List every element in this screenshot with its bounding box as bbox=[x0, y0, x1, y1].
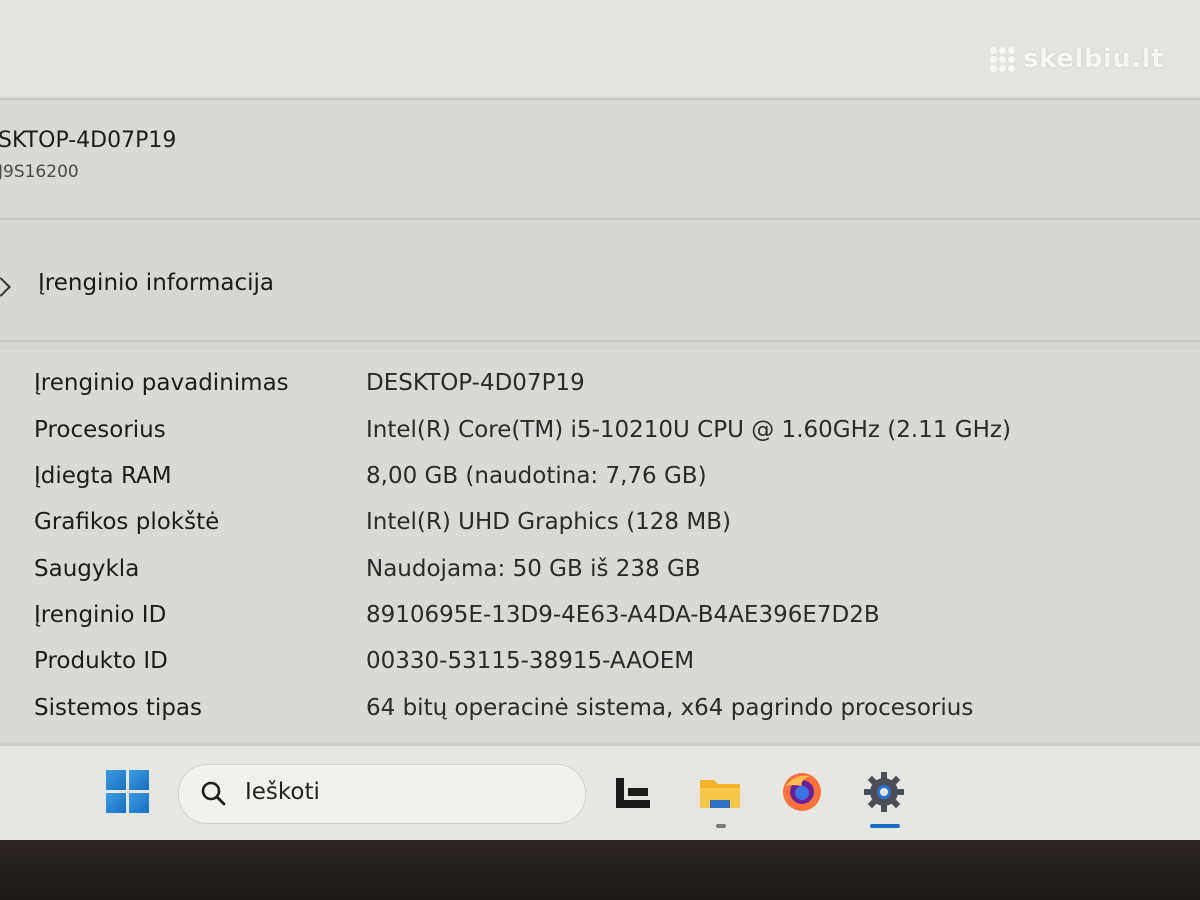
taskbar-search[interactable]: Ieškoti bbox=[178, 764, 586, 824]
active-app-indicator bbox=[870, 824, 900, 828]
search-placeholder: Ieškoti bbox=[245, 779, 320, 805]
spec-value[interactable]: 00330-53115-38915-AAOEM bbox=[366, 648, 694, 674]
spec-value[interactable]: Intel(R) UHD Graphics (128 MB) bbox=[366, 509, 731, 535]
spec-value[interactable]: DESKTOP-4D07P19 bbox=[366, 370, 585, 396]
spec-label: Procesorius bbox=[34, 417, 166, 443]
device-name: SKTOP-4D07P19 bbox=[0, 128, 177, 153]
spec-label: Produkto ID bbox=[34, 648, 168, 674]
window-titlebar: skelbiu.lt bbox=[0, 0, 1200, 96]
monitor-bezel bbox=[0, 840, 1200, 900]
watermark-text: skelbiu.lt bbox=[1023, 44, 1164, 74]
screen: skelbiu.lt SKTOP-4D07P19 J9S16200 Įrengi… bbox=[0, 0, 1200, 840]
task-view-icon[interactable] bbox=[612, 770, 656, 814]
device-info-section-header[interactable]: Įrenginio informacija bbox=[0, 232, 1200, 342]
spec-value[interactable]: 8910695E-13D9-4E63-A4DA-B4AE396E7D2B bbox=[366, 602, 880, 628]
running-indicator bbox=[716, 824, 726, 828]
spec-row-processor: Procesorius Intel(R) Core(TM) i5-10210U … bbox=[0, 417, 1200, 463]
firefox-icon[interactable] bbox=[780, 770, 824, 814]
start-button[interactable] bbox=[106, 770, 150, 814]
spec-row-system-type: Sistemos tipas 64 bitų operacinė sistema… bbox=[0, 695, 1200, 741]
spec-label: Sistemos tipas bbox=[34, 695, 202, 721]
windows-logo-icon bbox=[106, 770, 126, 790]
device-specs-list: Įrenginio pavadinimas DESKTOP-4D07P19 Pr… bbox=[0, 350, 1200, 742]
windows-logo-pane bbox=[129, 793, 149, 813]
spec-row-product-id: Produkto ID 00330-53115-38915-AAOEM bbox=[0, 648, 1200, 694]
section-title: Įrenginio informacija bbox=[38, 270, 275, 296]
spec-label: Saugykla bbox=[34, 556, 140, 582]
file-explorer-icon[interactable] bbox=[698, 770, 742, 814]
spec-row-ram: Įdiegta RAM 8,00 GB (naudotina: 7,76 GB) bbox=[0, 463, 1200, 509]
taskbar: Ieškoti bbox=[0, 744, 1200, 840]
windows-logo-pane bbox=[106, 793, 126, 813]
spec-row-device-id: Įrenginio ID 8910695E-13D9-4E63-A4DA-B4A… bbox=[0, 602, 1200, 648]
windows-logo-pane bbox=[129, 770, 149, 790]
search-icon bbox=[201, 781, 226, 806]
spec-row-storage: Saugykla Naudojama: 50 GB iš 238 GB bbox=[0, 556, 1200, 602]
skelbiu-watermark: skelbiu.lt bbox=[990, 44, 1164, 74]
spec-label: Grafikos plokštė bbox=[34, 509, 220, 535]
spec-value[interactable]: 8,00 GB (naudotina: 7,76 GB) bbox=[366, 463, 707, 489]
spec-label: Įrenginio ID bbox=[34, 602, 167, 628]
spec-value[interactable]: Intel(R) Core(TM) i5-10210U CPU @ 1.60GH… bbox=[366, 417, 1011, 443]
chevron-icon bbox=[0, 277, 11, 297]
spec-value[interactable]: Naudojama: 50 GB iš 238 GB bbox=[366, 556, 701, 582]
spec-row-device-name: Įrenginio pavadinimas DESKTOP-4D07P19 bbox=[0, 370, 1200, 416]
device-model: J9S16200 bbox=[0, 162, 79, 182]
spec-label: Įdiegta RAM bbox=[34, 463, 172, 489]
spec-value[interactable]: 64 bitų operacinė sistema, x64 pagrindo … bbox=[366, 695, 973, 721]
device-header-card[interactable]: SKTOP-4D07P19 J9S16200 bbox=[0, 98, 1200, 220]
skelbiu-logo-icon bbox=[990, 46, 1016, 72]
spec-label: Įrenginio pavadinimas bbox=[34, 370, 289, 396]
spec-row-graphics: Grafikos plokštė Intel(R) UHD Graphics (… bbox=[0, 509, 1200, 555]
settings-icon[interactable] bbox=[862, 770, 906, 814]
